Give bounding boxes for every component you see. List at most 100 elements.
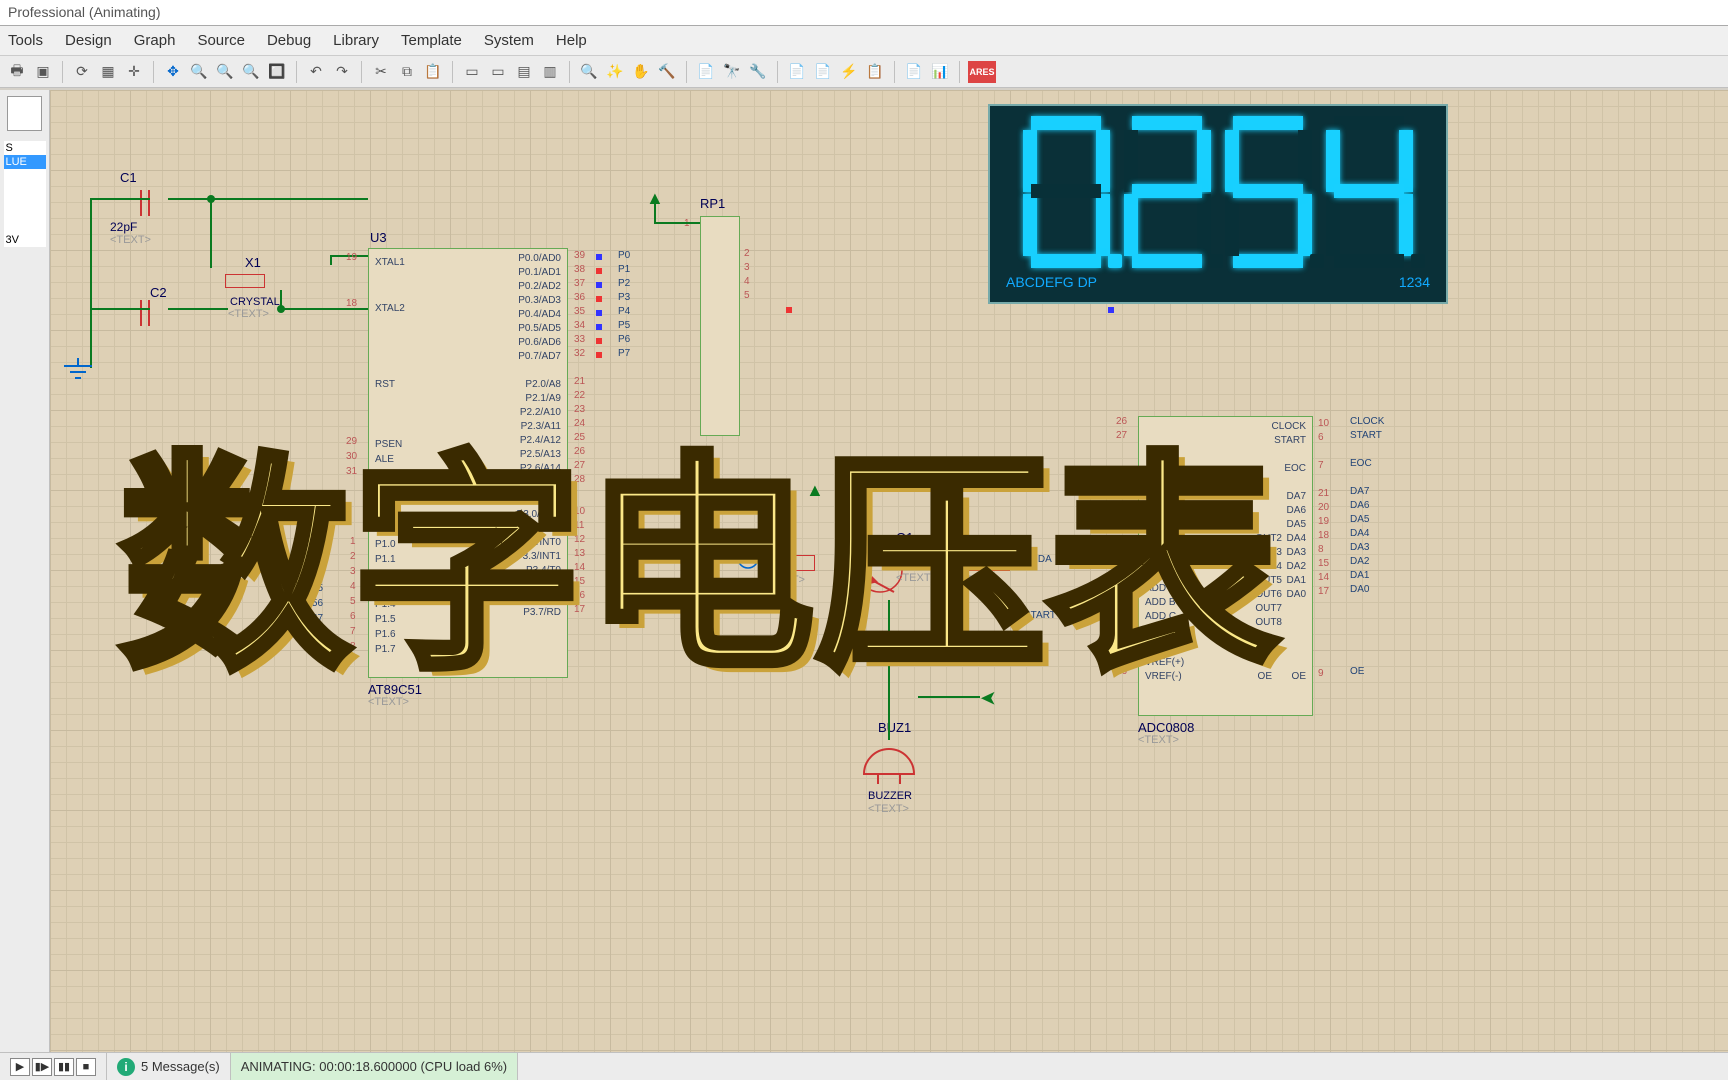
refresh-icon[interactable]: ⟳ [71,61,93,83]
doc2-icon[interactable]: 📄 [812,61,834,83]
separator [296,61,297,83]
schematic-canvas[interactable]: ABCDEFG DP 1234 C1 22pF <TEXT> X1 CRYSTA… [50,90,1728,1052]
wrench-icon[interactable]: 🔧 [747,61,769,83]
chipname-adc: ADC0808 [1138,720,1194,735]
page-icon[interactable]: 📄 [695,61,717,83]
erc-icon[interactable]: ⚡ [838,61,860,83]
tool-palette: S LUE 3V [0,90,50,1052]
list-item[interactable]: S [4,141,46,155]
hand-icon[interactable]: ✋ [630,61,652,83]
bom-icon[interactable]: 📊 [929,61,951,83]
separator [894,61,895,83]
buzzer[interactable] [854,738,924,787]
ground-symbol [58,358,98,385]
zoom-in-icon[interactable]: 🔍 [188,61,210,83]
zoom-fit-icon[interactable]: 🔍 [240,61,262,83]
pin-state [596,268,602,274]
zoom-out-icon[interactable]: 🔍 [214,61,236,83]
menu-debug[interactable]: Debug [267,32,311,49]
doc1-icon[interactable]: 📄 [786,61,808,83]
stop-button[interactable]: ■ [76,1058,96,1076]
digit-3 [1221,112,1316,272]
ref-rp1: RP1 [700,196,725,211]
block-icon[interactable]: ▭ [461,61,483,83]
search-icon[interactable]: 🔍 [578,61,600,83]
digit-1 [1019,112,1114,272]
play-button[interactable]: ▶ [10,1058,30,1076]
pin-state [596,282,602,288]
capacitor-c1[interactable] [110,190,180,219]
origin-icon[interactable]: ✛ [123,61,145,83]
block3-icon[interactable]: ▤ [513,61,535,83]
wire [90,198,92,368]
copy-icon[interactable]: ⧉ [396,61,418,83]
step-button[interactable]: ▮▶ [32,1058,52,1076]
workspace: S LUE 3V [0,90,1728,1052]
wire [168,198,368,200]
block2-icon[interactable]: ▭ [487,61,509,83]
ares-icon[interactable]: ARES [968,61,996,83]
txt-buz1: <TEXT> [868,803,909,815]
zoom-area-icon[interactable]: 🔲 [266,61,288,83]
cut-icon[interactable]: ✂ [370,61,392,83]
ref-x1: X1 [245,255,261,270]
ref-c2: C2 [150,285,167,300]
crystal-x1[interactable] [210,270,280,292]
wire [654,222,700,224]
pan-icon[interactable]: ✥ [162,61,184,83]
separator [686,61,687,83]
separator [959,61,960,83]
report-icon[interactable]: 📄 [903,61,925,83]
info-icon: i [117,1058,135,1076]
digit-2 [1120,112,1215,272]
net-icon[interactable]: 📋 [864,61,886,83]
print-icon[interactable]: 🖶 [6,61,28,83]
ref-c1: C1 [120,170,137,185]
messages-group[interactable]: i 5 Message(s) [107,1053,231,1080]
app-title: Professional (Animating) [8,4,161,20]
wand-icon[interactable]: ✨ [604,61,626,83]
message-count: 5 Message(s) [141,1059,220,1074]
separator [62,61,63,83]
hammer-icon[interactable]: 🔨 [656,61,678,83]
separator [569,61,570,83]
menu-graph[interactable]: Graph [134,32,176,49]
val-buz1: BUZZER [868,790,912,802]
menu-source[interactable]: Source [197,32,245,49]
pause-button[interactable]: ▮▮ [54,1058,74,1076]
capacitor-c2[interactable] [110,300,180,329]
wire [210,198,212,268]
wire [168,308,228,310]
pin-state [596,352,602,358]
list-item[interactable]: 3V [4,233,46,247]
paste-icon[interactable]: 📋 [422,61,444,83]
redo-icon[interactable]: ↷ [331,61,353,83]
menu-tools[interactable]: Tools [8,32,43,49]
bino-icon[interactable]: 🔭 [721,61,743,83]
component-list[interactable]: S LUE 3V [4,141,46,247]
grid-icon[interactable]: ▦ [97,61,119,83]
junction [207,195,215,203]
seg7-pinlabel-left: ABCDEFG DP [1006,274,1097,290]
menu-design[interactable]: Design [65,32,112,49]
wire [90,308,150,310]
pin-state [596,254,602,260]
txt-adc: <TEXT> [1138,734,1179,746]
menu-library[interactable]: Library [333,32,379,49]
menu-template[interactable]: Template [401,32,462,49]
area-icon[interactable]: ▣ [32,61,54,83]
toolbar: 🖶 ▣ ⟳ ▦ ✛ ✥ 🔍 🔍 🔍 🔲 ↶ ↷ ✂ ⧉ 📋 ▭ ▭ ▤ ▥ 🔍 … [0,56,1728,88]
separator [452,61,453,83]
block4-icon[interactable]: ▥ [539,61,561,83]
menu-help[interactable]: Help [556,32,587,49]
menu-system[interactable]: System [484,32,534,49]
undo-icon[interactable]: ↶ [305,61,327,83]
separator [153,61,154,83]
sim-controls: ▶ ▮▶ ▮▮ ■ [0,1053,107,1080]
val-x1: CRYSTAL [230,296,280,308]
pin-state [596,338,602,344]
txt-c1: <TEXT> [110,234,151,246]
list-item-selected[interactable]: LUE [4,155,46,169]
list-item[interactable] [4,171,46,173]
overview-box[interactable] [7,96,42,131]
